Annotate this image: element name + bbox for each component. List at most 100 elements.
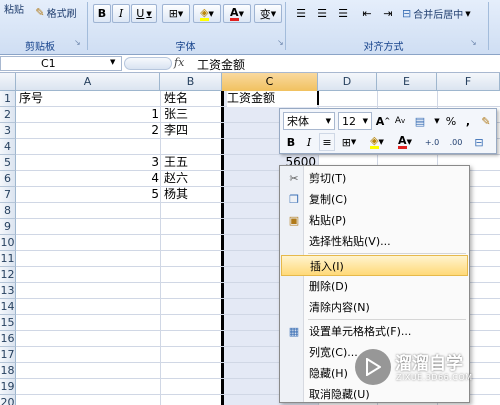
align-center-icon: ☰: [317, 7, 327, 20]
row-header[interactable]: 11: [0, 251, 16, 267]
row-header[interactable]: 4: [0, 139, 16, 155]
row-header[interactable]: 16: [0, 331, 16, 347]
row-header[interactable]: 1: [0, 91, 16, 107]
select-all-corner[interactable]: [0, 73, 16, 91]
formula-bar-splitter[interactable]: [124, 57, 172, 70]
cell-c1[interactable]: 工资金额: [227, 91, 317, 107]
row-header[interactable]: 14: [0, 299, 16, 315]
row-header[interactable]: 8: [0, 203, 16, 219]
dialog-launcher-icon[interactable]: ↘: [74, 38, 81, 47]
phonetic-button[interactable]: 变 ▼: [254, 4, 282, 23]
row-header[interactable]: 12: [0, 267, 16, 283]
menu-item-paste-special[interactable]: 选择性粘贴(V)...: [281, 231, 468, 252]
cell-a8[interactable]: 5: [16, 187, 159, 203]
format-icon[interactable]: ▤: [410, 112, 430, 130]
name-box[interactable]: C1: [0, 56, 122, 71]
increase-decimal-button[interactable]: +.0: [421, 133, 443, 151]
column-header-bar: A B C D E F: [0, 73, 500, 91]
merge-icon[interactable]: ⊟: [470, 133, 488, 151]
cell-a2[interactable]: 1: [16, 107, 159, 123]
cell-b1[interactable]: 姓名: [164, 91, 188, 107]
menu-item-label: 设置单元格格式(F)...: [309, 325, 412, 338]
insert-function-icon[interactable]: fx: [174, 56, 184, 69]
cell-b3[interactable]: 李四: [164, 123, 188, 139]
align-center-button[interactable]: ☰: [312, 4, 332, 23]
align-left-icon: ☰: [296, 7, 306, 20]
chevron-down-icon: ▼: [270, 9, 277, 18]
merge-icon: ⊟: [402, 7, 412, 20]
row-header[interactable]: 15: [0, 315, 16, 331]
increase-font-icon[interactable]: A ^: [375, 112, 391, 130]
chevron-down-icon[interactable]: ▼: [432, 112, 442, 130]
bold-button[interactable]: B: [283, 133, 299, 151]
column-header-a[interactable]: A: [16, 73, 160, 91]
brush-icon[interactable]: ✎: [477, 112, 495, 130]
menu-item-format-cells[interactable]: ▦ 设置单元格格式(F)...: [281, 321, 468, 342]
column-header-f[interactable]: F: [437, 73, 500, 91]
menu-item-insert[interactable]: 插入(I): [281, 255, 468, 276]
menu-item-paste[interactable]: ▣ 粘贴(P): [281, 210, 468, 231]
row-header[interactable]: 19: [0, 379, 16, 395]
column-header-c[interactable]: C: [222, 73, 318, 91]
menu-item-clear-contents[interactable]: 清除内容(N): [281, 297, 468, 318]
cell-b7[interactable]: 赵六: [164, 171, 188, 187]
dialog-launcher-icon[interactable]: ↘: [470, 38, 477, 47]
merge-center-button[interactable]: ⊟ 合并后居中 ▼: [402, 4, 484, 23]
chevron-down-icon: ▼: [406, 138, 412, 146]
row-header[interactable]: 3: [0, 123, 16, 139]
row-header[interactable]: 13: [0, 283, 16, 299]
formula-content[interactable]: 工资金额: [197, 56, 245, 73]
row-header[interactable]: 10: [0, 235, 16, 251]
align-left-button[interactable]: ☰: [291, 4, 311, 23]
cell-a1[interactable]: 序号: [19, 91, 43, 107]
cell-a3[interactable]: 2: [16, 123, 159, 139]
decrease-font-icon[interactable]: Av: [392, 112, 408, 130]
row-header[interactable]: 18: [0, 363, 16, 379]
watermark: 溜溜自学 ZIXUE.3D66.COM: [355, 345, 475, 393]
format-painter-button[interactable]: ✎ 格式刷: [30, 3, 82, 22]
fill-color-button[interactable]: ◈ ▼: [364, 133, 390, 151]
borders-button[interactable]: ⊞ ▼: [337, 133, 361, 151]
percent-button[interactable]: %: [443, 112, 459, 130]
menu-item-delete[interactable]: 删除(D): [281, 276, 468, 297]
cell-b8[interactable]: 杨其: [164, 187, 188, 203]
borders-button[interactable]: ⊞ ▼: [162, 4, 190, 23]
decrease-indent-button[interactable]: ⇤: [357, 4, 377, 23]
column-header-e[interactable]: E: [377, 73, 437, 91]
font-name-dropdown[interactable]: 宋体 ▼: [283, 112, 335, 130]
italic-button[interactable]: I: [112, 4, 130, 23]
menu-item-copy[interactable]: ❐ 复制(C): [281, 189, 468, 210]
cell-a6[interactable]: 3: [16, 155, 159, 171]
align-right-button[interactable]: ☰: [333, 4, 353, 23]
row-header[interactable]: 20: [0, 395, 16, 405]
row-header[interactable]: 17: [0, 347, 16, 363]
increase-indent-button[interactable]: ⇥: [378, 4, 398, 23]
italic-button[interactable]: I: [301, 133, 317, 151]
cell-a7[interactable]: 4: [16, 171, 159, 187]
row-header[interactable]: 9: [0, 219, 16, 235]
column-header-d[interactable]: D: [318, 73, 377, 91]
column-header-b[interactable]: B: [160, 73, 222, 91]
row-header[interactable]: 6: [0, 171, 16, 187]
font-color-button[interactable]: A ▼: [223, 4, 251, 23]
underline-button[interactable]: U ▼: [131, 4, 157, 23]
paste-button[interactable]: 粘贴: [2, 1, 26, 35]
row-header[interactable]: 5: [0, 155, 16, 171]
menu-item-cut[interactable]: ✂ 剪切(T): [281, 168, 468, 189]
dialog-launcher-icon[interactable]: ↘: [277, 38, 284, 47]
chevron-down-icon: ▼: [177, 9, 184, 18]
chevron-down-icon[interactable]: ▼: [110, 58, 115, 66]
bold-button[interactable]: B: [93, 4, 111, 23]
row-header[interactable]: 7: [0, 187, 16, 203]
comma-button[interactable]: ,: [461, 112, 475, 130]
cell-b2[interactable]: 张三: [164, 107, 188, 123]
font-color-label: A: [398, 134, 407, 149]
cell-b6[interactable]: 王五: [164, 155, 188, 171]
format-cells-icon: ▦: [288, 325, 300, 338]
decrease-decimal-button[interactable]: .00: [445, 133, 467, 151]
font-color-button[interactable]: A ▼: [392, 133, 418, 151]
align-center-button[interactable]: ≡: [319, 133, 335, 151]
font-size-dropdown[interactable]: 12 ▼: [338, 112, 372, 130]
row-header[interactable]: 2: [0, 107, 16, 123]
fill-color-button[interactable]: ◈ ▼: [193, 4, 221, 23]
